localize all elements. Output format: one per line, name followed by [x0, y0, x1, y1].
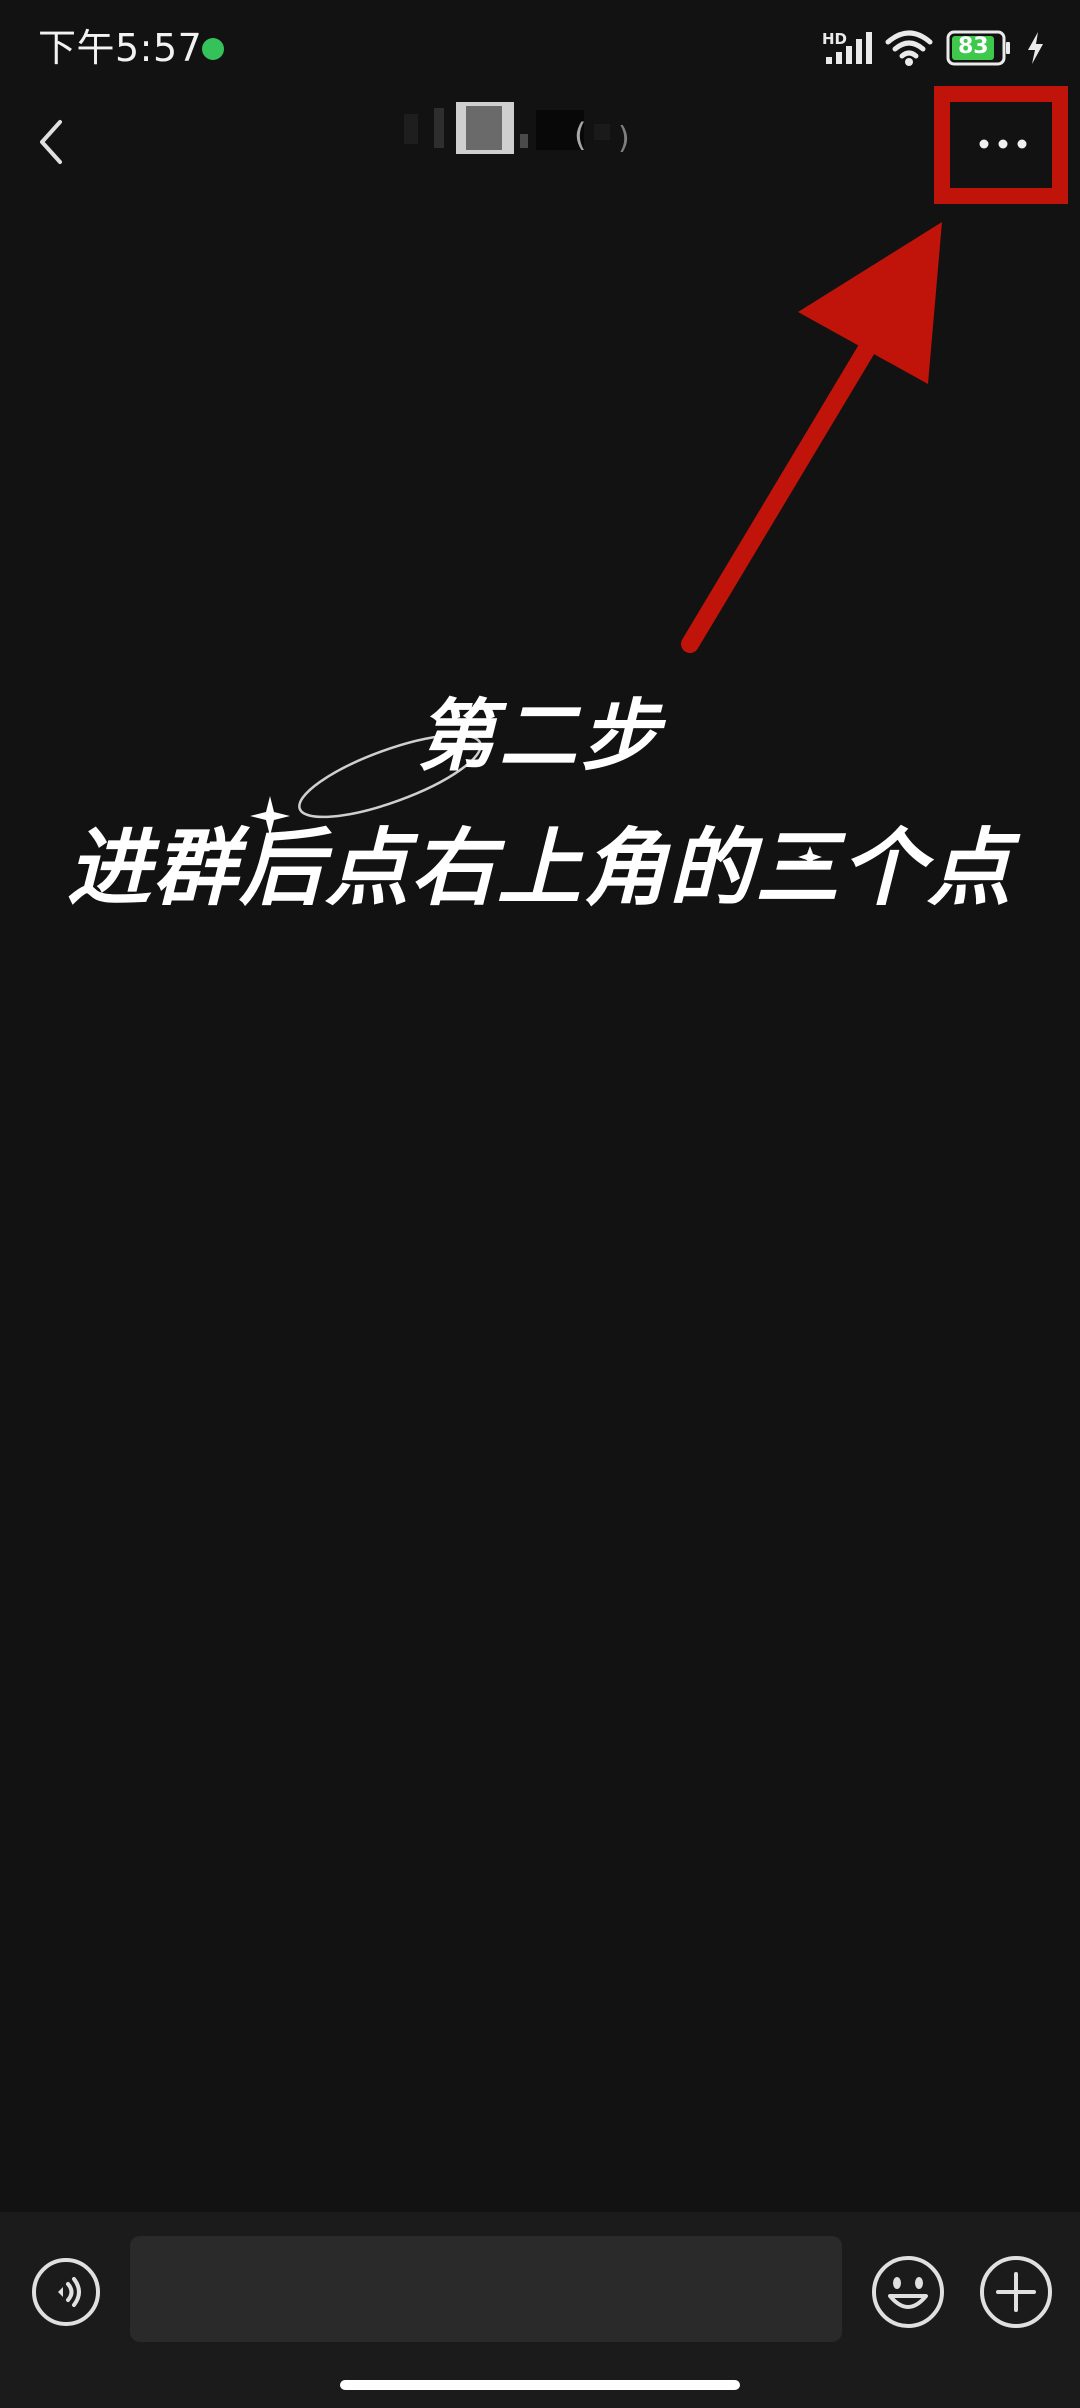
tutorial-instruction: 进群后点右上角的三个点 [66, 819, 1013, 917]
tutorial-step-title: 第二步 [416, 692, 663, 782]
plus-circle-icon [980, 2256, 1052, 2328]
voice-icon [58, 2277, 81, 2307]
red-arrow-annotation [250, 222, 942, 868]
message-input[interactable] [130, 2236, 842, 2342]
add-button[interactable] [976, 2252, 1056, 2332]
emoji-button[interactable] [868, 2252, 948, 2332]
home-indicator[interactable] [340, 2380, 740, 2390]
voice-button[interactable] [30, 2256, 102, 2328]
emoji-icon [872, 2256, 944, 2328]
